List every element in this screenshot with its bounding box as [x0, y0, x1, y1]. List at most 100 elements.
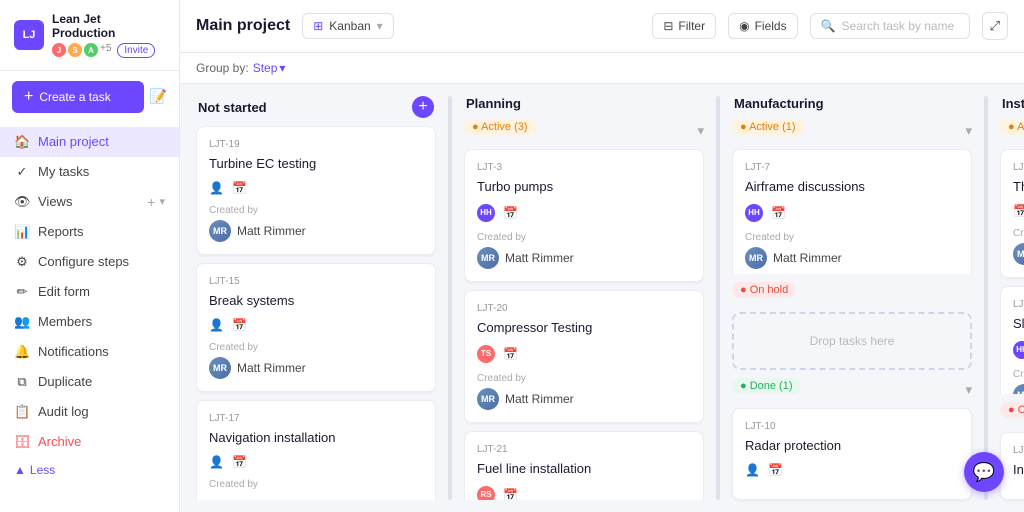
column-manufacturing: Manufacturing ● Active (1) ▾ LJT-7 Airfr…	[732, 96, 972, 500]
card-title: Compressor Testing	[477, 320, 691, 337]
duplicate-icon: ⧉	[14, 374, 30, 390]
col-divider	[448, 96, 452, 500]
status-badge-active: ● Active (2)	[1000, 119, 1024, 135]
note-icon[interactable]: 📝	[150, 88, 167, 105]
calendar-icon: 📅	[1013, 204, 1024, 218]
chat-bubble[interactable]: 💬	[964, 452, 1004, 492]
filter-icon: ⊟	[663, 19, 673, 33]
task-card[interactable]: LJT-14 Slats HH 📅 Created by MR Matt Rim…	[1000, 286, 1024, 394]
add-card-button[interactable]: +	[412, 96, 434, 118]
search-box[interactable]: 🔍 Search task by name	[810, 13, 970, 39]
task-card[interactable]: LJT-7 Airframe discussions HH 📅 Created …	[732, 149, 972, 274]
home-icon: 🏠	[14, 134, 30, 150]
plus-icon: +	[24, 88, 33, 106]
task-card[interactable]: LJT-20 Compressor Testing TS 📅 Created b…	[464, 290, 704, 423]
avatar: MR	[1013, 384, 1024, 394]
card-title: Thrusters	[1013, 179, 1024, 196]
collapse-icon[interactable]: ▾	[965, 123, 972, 139]
card-id: LJT-14	[1013, 299, 1024, 310]
avatar-j: J	[52, 43, 66, 57]
create-task-button[interactable]: + Create a task	[12, 81, 144, 113]
project-title: Main project	[196, 17, 290, 35]
created-label: Created by	[209, 479, 423, 490]
groupby-step-badge[interactable]: Step ▾	[253, 61, 286, 75]
task-card[interactable]: LJT-9 Instrument systems	[1000, 432, 1024, 500]
card-title: Navigation installation	[209, 430, 423, 447]
sidebar-item-reports[interactable]: 📊 Reports	[0, 217, 179, 247]
task-card[interactable]: LJT-19 Turbine EC testing 👤 📅 Created by…	[196, 126, 436, 255]
task-card[interactable]: LJT-15 Break systems 👤 📅 Created by MR M…	[196, 263, 436, 392]
sidebar-item-configure-steps[interactable]: ⚙ Configure steps	[0, 247, 179, 277]
card-id: LJT-10	[745, 421, 959, 432]
fields-button[interactable]: ◉ Fields	[728, 13, 798, 39]
col-header-installation: Installation	[1000, 96, 1024, 111]
col-cards: LJT-7 Airframe discussions HH 📅 Created …	[732, 149, 972, 274]
card-id: LJT-3	[477, 162, 691, 173]
col-title: Planning	[466, 96, 521, 111]
sidebar-item-duplicate[interactable]: ⧉ Duplicate	[0, 367, 179, 397]
card-id: LJT-9	[1013, 445, 1024, 456]
card-title: Turbine EC testing	[209, 156, 423, 173]
invite-button[interactable]: Invite	[117, 43, 155, 58]
add-view-icon[interactable]: +	[147, 194, 155, 210]
card-title: Break systems	[209, 293, 423, 310]
sidebar-item-main-project[interactable]: 🏠 Main project	[0, 127, 179, 157]
groupby-bar: Group by: Step ▾	[180, 53, 1024, 84]
logo-text: Lean Jet Production	[52, 12, 165, 41]
sidebar-item-my-tasks[interactable]: ✓ My tasks	[0, 157, 179, 187]
sidebar-less-button[interactable]: ▲ Less	[0, 457, 179, 483]
sidebar-item-notifications[interactable]: 🔔 Notifications	[0, 337, 179, 367]
card-id: LJT-12	[1013, 162, 1024, 173]
card-author: MR Matt Rimmer	[477, 247, 691, 269]
person-icon: 👤	[745, 463, 760, 477]
assignee-badge: TS	[477, 345, 495, 363]
task-card[interactable]: LJT-12 Thrusters 📅 Created by MR Matt Ri…	[1000, 149, 1024, 278]
task-card[interactable]: LJT-10 Radar protection 👤 📅	[732, 408, 972, 500]
task-card[interactable]: LJT-21 Fuel line installation RS 📅 Creat…	[464, 431, 704, 500]
expand-icon: ⤢	[990, 18, 1000, 33]
chart-icon: 📊	[14, 224, 30, 240]
expand-button[interactable]: ⤢	[982, 12, 1008, 40]
task-card[interactable]: LJT-17 Navigation installation 👤 📅 Creat…	[196, 400, 436, 500]
avatar: MR	[477, 247, 499, 269]
sidebar-item-edit-form[interactable]: ✏ Edit form	[0, 277, 179, 307]
sidebar-item-members[interactable]: 👥 Members	[0, 307, 179, 337]
card-id: LJT-15	[209, 276, 423, 287]
collapse-icon[interactable]: ▾	[965, 382, 972, 398]
created-label: Created by	[209, 342, 423, 353]
created-label: Created by	[477, 232, 691, 243]
sidebar-item-audit-log[interactable]: 📋 Audit log	[0, 397, 179, 427]
sidebar-nav: 🏠 Main project ✓ My tasks 👁 Views + ▾ 📊 …	[0, 123, 179, 512]
card-icons: HH 📅	[477, 204, 691, 222]
author-name: Matt Rimmer	[773, 251, 842, 265]
chevron-up-icon: ▲	[14, 463, 26, 477]
view-selector[interactable]: ⊞ Kanban ▾	[302, 13, 393, 39]
col-status-row: ● Active (2)	[1000, 119, 1024, 143]
archive-icon: 🗄	[14, 434, 30, 450]
chevron-down-icon[interactable]: ▾	[159, 195, 165, 208]
card-author: MR Matt Rimmer	[209, 220, 423, 242]
created-label: Created by	[477, 373, 691, 384]
assignee-badge: HH	[745, 204, 763, 222]
col-cards: LJT-3 Turbo pumps HH 📅 Created by MR Mat…	[464, 149, 704, 500]
card-author: MR Matt Rimmer	[1013, 243, 1024, 265]
calendar-icon: 📅	[503, 347, 518, 361]
col-header-planning: Planning	[464, 96, 704, 111]
card-author: MR Matt Rimmer	[745, 247, 959, 269]
avatar: MR	[1013, 243, 1024, 265]
task-card[interactable]: LJT-3 Turbo pumps HH 📅 Created by MR Mat…	[464, 149, 704, 282]
filter-button[interactable]: ⊟ Filter	[652, 13, 716, 39]
collapse-icon[interactable]: ▾	[697, 123, 704, 139]
sidebar-item-label: Edit form	[38, 284, 165, 299]
calendar-icon: 📅	[232, 181, 247, 195]
col-title: Not started	[198, 100, 267, 115]
gear-icon: ⚙	[14, 254, 30, 270]
sidebar-item-archive[interactable]: 🗄 Archive	[0, 427, 179, 457]
card-title: Radar protection	[745, 438, 959, 455]
done-section: ● Done (1) ▾ LJT-10 Radar protection 👤 📅	[732, 378, 972, 500]
sidebar-actions: + Create a task 📝	[0, 71, 179, 123]
card-title: Instrument systems	[1013, 462, 1024, 479]
onhold-status-row: ● On hold	[732, 282, 972, 306]
kanban-board: Not started + LJT-19 Turbine EC testing …	[180, 84, 1024, 512]
sidebar-item-views[interactable]: 👁 Views + ▾	[0, 187, 179, 217]
